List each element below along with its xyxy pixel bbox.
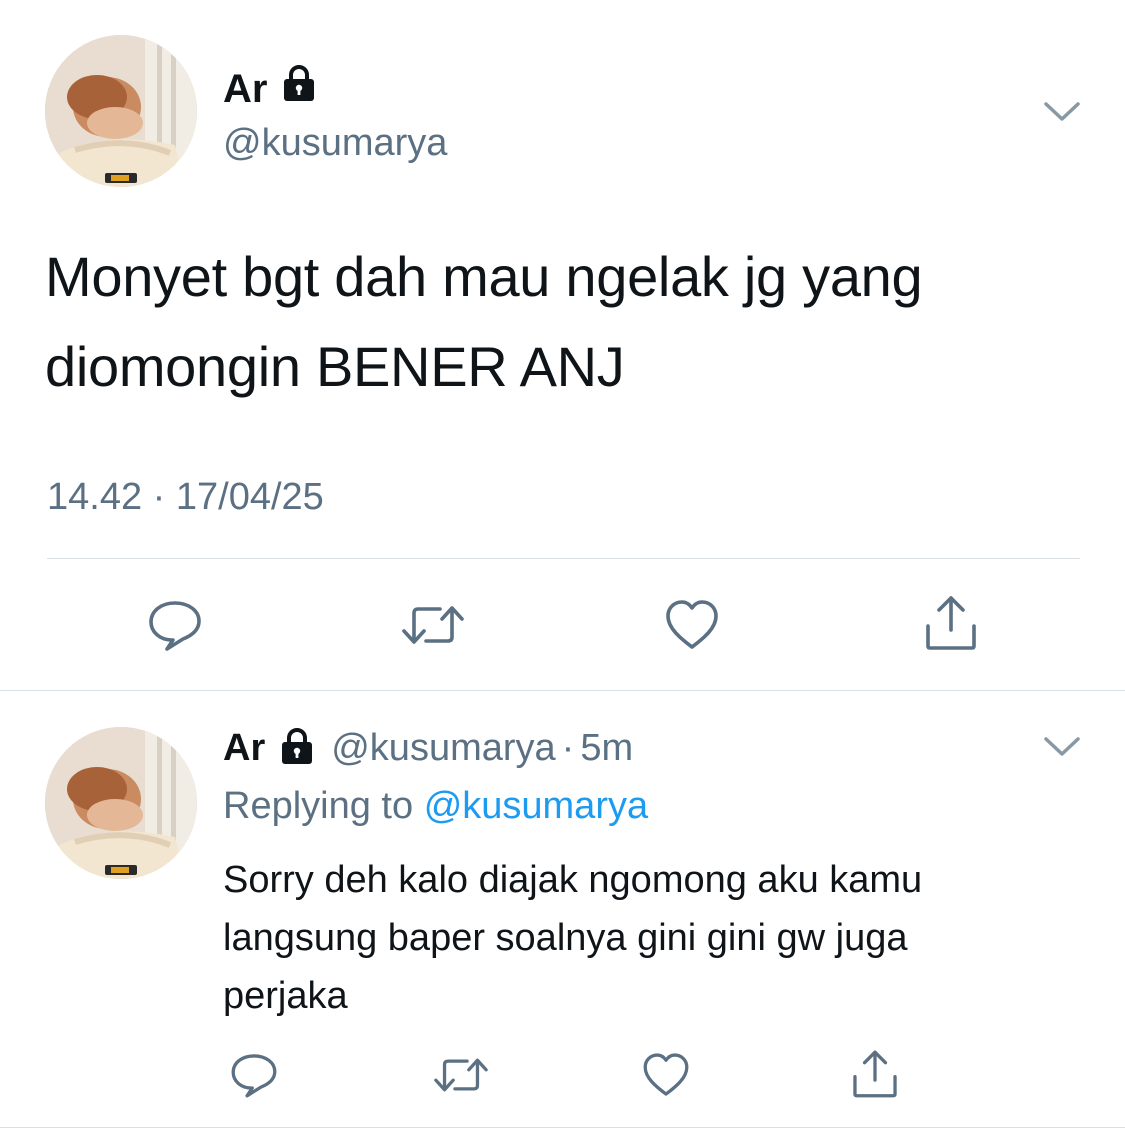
avatar-photo: [45, 35, 197, 187]
tweet-timestamp[interactable]: 14.42 · 17/04/25: [47, 474, 324, 520]
tweet-text: Monyet bgt dah mau ngelak jg yang diomon…: [45, 232, 1105, 412]
avatar-photo: [45, 727, 197, 879]
reply-time[interactable]: 5m: [580, 725, 633, 771]
reply-text-line: Sorry deh kalo diajak ngomong aku kamu: [223, 859, 923, 901]
like-icon[interactable]: [662, 595, 722, 655]
reply-icon[interactable]: [228, 1049, 280, 1101]
divider: [47, 558, 1080, 559]
author-handle[interactable]: @kusumarya: [223, 120, 447, 166]
share-icon[interactable]: [920, 592, 982, 654]
chevron-down-icon[interactable]: [1040, 731, 1084, 766]
bottom-divider: [0, 1127, 1125, 1128]
reply-tweet[interactable]: Ar @kusumarya · 5m Replying to @kusumary…: [0, 691, 1125, 1129]
author-name[interactable]: Ar: [223, 725, 265, 771]
chevron-down-icon[interactable]: [1040, 96, 1084, 131]
tweet-text-line: diomongin BENER ANJ: [45, 335, 625, 398]
replying-mention-link[interactable]: @kusumarya: [424, 785, 648, 827]
retweet-icon[interactable]: [400, 595, 466, 655]
avatar[interactable]: [45, 727, 197, 879]
replying-to: Replying to @kusumarya: [223, 783, 648, 829]
author-handle[interactable]: @kusumarya: [331, 725, 555, 771]
replying-prefix: Replying to: [223, 785, 414, 827]
reply-icon[interactable]: [145, 595, 205, 655]
main-tweet: Ar @kusumarya Monyet bgt dah mau ngelak …: [0, 0, 1125, 690]
tweet-text-line: Monyet bgt dah mau ngelak jg yang: [45, 245, 923, 308]
share-icon[interactable]: [848, 1047, 902, 1101]
lock-icon: [279, 63, 319, 114]
retweet-icon[interactable]: [432, 1049, 490, 1101]
reply-text-line: perjaka: [223, 975, 348, 1017]
reply-header: Ar @kusumarya · 5m: [223, 725, 633, 771]
separator-dot: ·: [561, 727, 575, 769]
reply-text-line: langsung baper soalnya gini gini gw juga: [223, 917, 908, 959]
author-name[interactable]: Ar: [223, 65, 267, 113]
author-name-row: Ar: [223, 63, 319, 114]
like-icon[interactable]: [640, 1049, 692, 1101]
reply-text: Sorry deh kalo diajak ngomong aku kamu l…: [223, 851, 1103, 1025]
lock-icon: [277, 726, 317, 771]
avatar[interactable]: [45, 35, 197, 187]
